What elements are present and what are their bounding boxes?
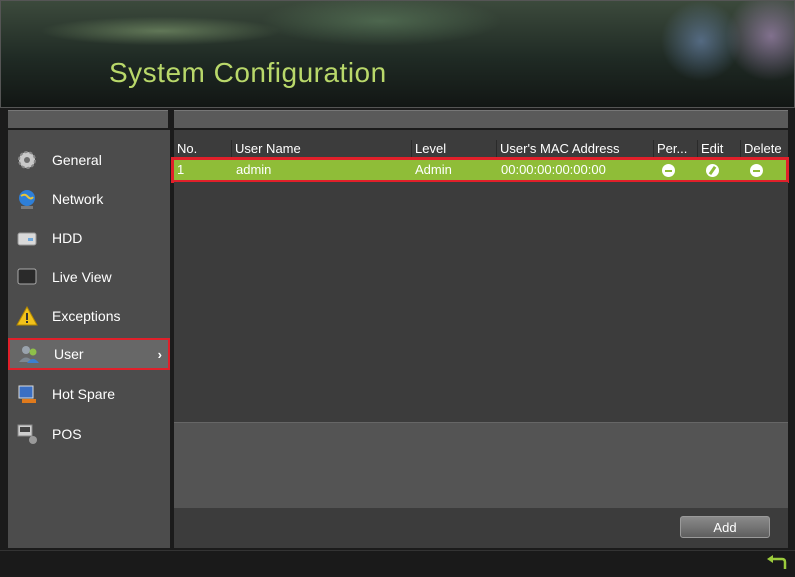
pos-terminal-icon [16, 423, 38, 445]
column-header-delete[interactable]: Delete [740, 140, 788, 158]
add-button[interactable]: Add [680, 516, 770, 538]
users-icon [18, 343, 40, 365]
sidebar: General Network HDD Live View Exceptions… [8, 130, 170, 548]
cell-level: Admin [415, 162, 452, 177]
globe-network-icon [16, 188, 38, 210]
sidebar-item-live-view[interactable]: Live View [8, 261, 170, 293]
sidebar-item-user[interactable]: User › [8, 338, 170, 370]
chevron-right-icon: › [157, 346, 162, 362]
gear-monitor-icon [16, 149, 38, 171]
sidebar-item-label: Live View [52, 269, 112, 285]
back-icon[interactable] [765, 554, 789, 572]
page-title: System Configuration [109, 57, 387, 88]
sidebar-item-label: Exceptions [52, 308, 121, 324]
monitor-icon [16, 266, 38, 288]
permission-icon[interactable] [662, 164, 675, 177]
sidebar-item-label: General [52, 152, 102, 168]
sidebar-item-exceptions[interactable]: Exceptions [8, 300, 170, 332]
sidebar-topbar [8, 110, 168, 128]
sidebar-item-pos[interactable]: POS [8, 418, 170, 450]
cell-user-name: admin [236, 162, 272, 177]
user-management-panel: No. User Name Level User's MAC Address P… [171, 130, 789, 548]
hot-spare-icon [16, 383, 38, 405]
sidebar-item-hdd[interactable]: HDD [8, 222, 170, 254]
table-header: No. User Name Level User's MAC Address P… [174, 140, 788, 158]
column-header-level[interactable]: Level [411, 140, 496, 158]
column-header-permission[interactable]: Per... [653, 140, 697, 158]
cell-mac-address: 00:00:00:00:00:00 [501, 162, 606, 177]
sidebar-item-label: Network [52, 191, 104, 207]
delete-icon[interactable] [750, 164, 763, 177]
content-topbar [174, 110, 788, 128]
column-header-no[interactable]: No. [174, 140, 231, 158]
sidebar-item-network[interactable]: Network [8, 183, 170, 215]
sidebar-item-general[interactable]: General [8, 144, 170, 176]
sidebar-item-label: User [54, 346, 84, 362]
hard-drive-icon [16, 227, 38, 249]
sidebar-item-label: Hot Spare [52, 386, 116, 402]
cell-no: 1 [177, 162, 185, 177]
user-list-area [174, 182, 788, 422]
column-header-user-name[interactable]: User Name [231, 140, 411, 158]
warning-icon [16, 305, 38, 327]
edit-icon[interactable] [706, 164, 719, 177]
header-banner: System Configuration [0, 0, 795, 108]
sidebar-item-label: POS [52, 426, 82, 442]
sidebar-item-label: HDD [52, 230, 83, 246]
column-header-mac-address[interactable]: User's MAC Address [496, 140, 653, 158]
column-header-edit[interactable]: Edit [697, 140, 740, 158]
info-panel [174, 422, 788, 509]
table-row[interactable]: 1 admin Admin 00:00:00:00:00:00 [174, 158, 788, 182]
sidebar-item-hot-spare[interactable]: Hot Spare [8, 378, 170, 410]
action-bar: Add [174, 508, 788, 548]
bottom-bar [0, 550, 795, 575]
